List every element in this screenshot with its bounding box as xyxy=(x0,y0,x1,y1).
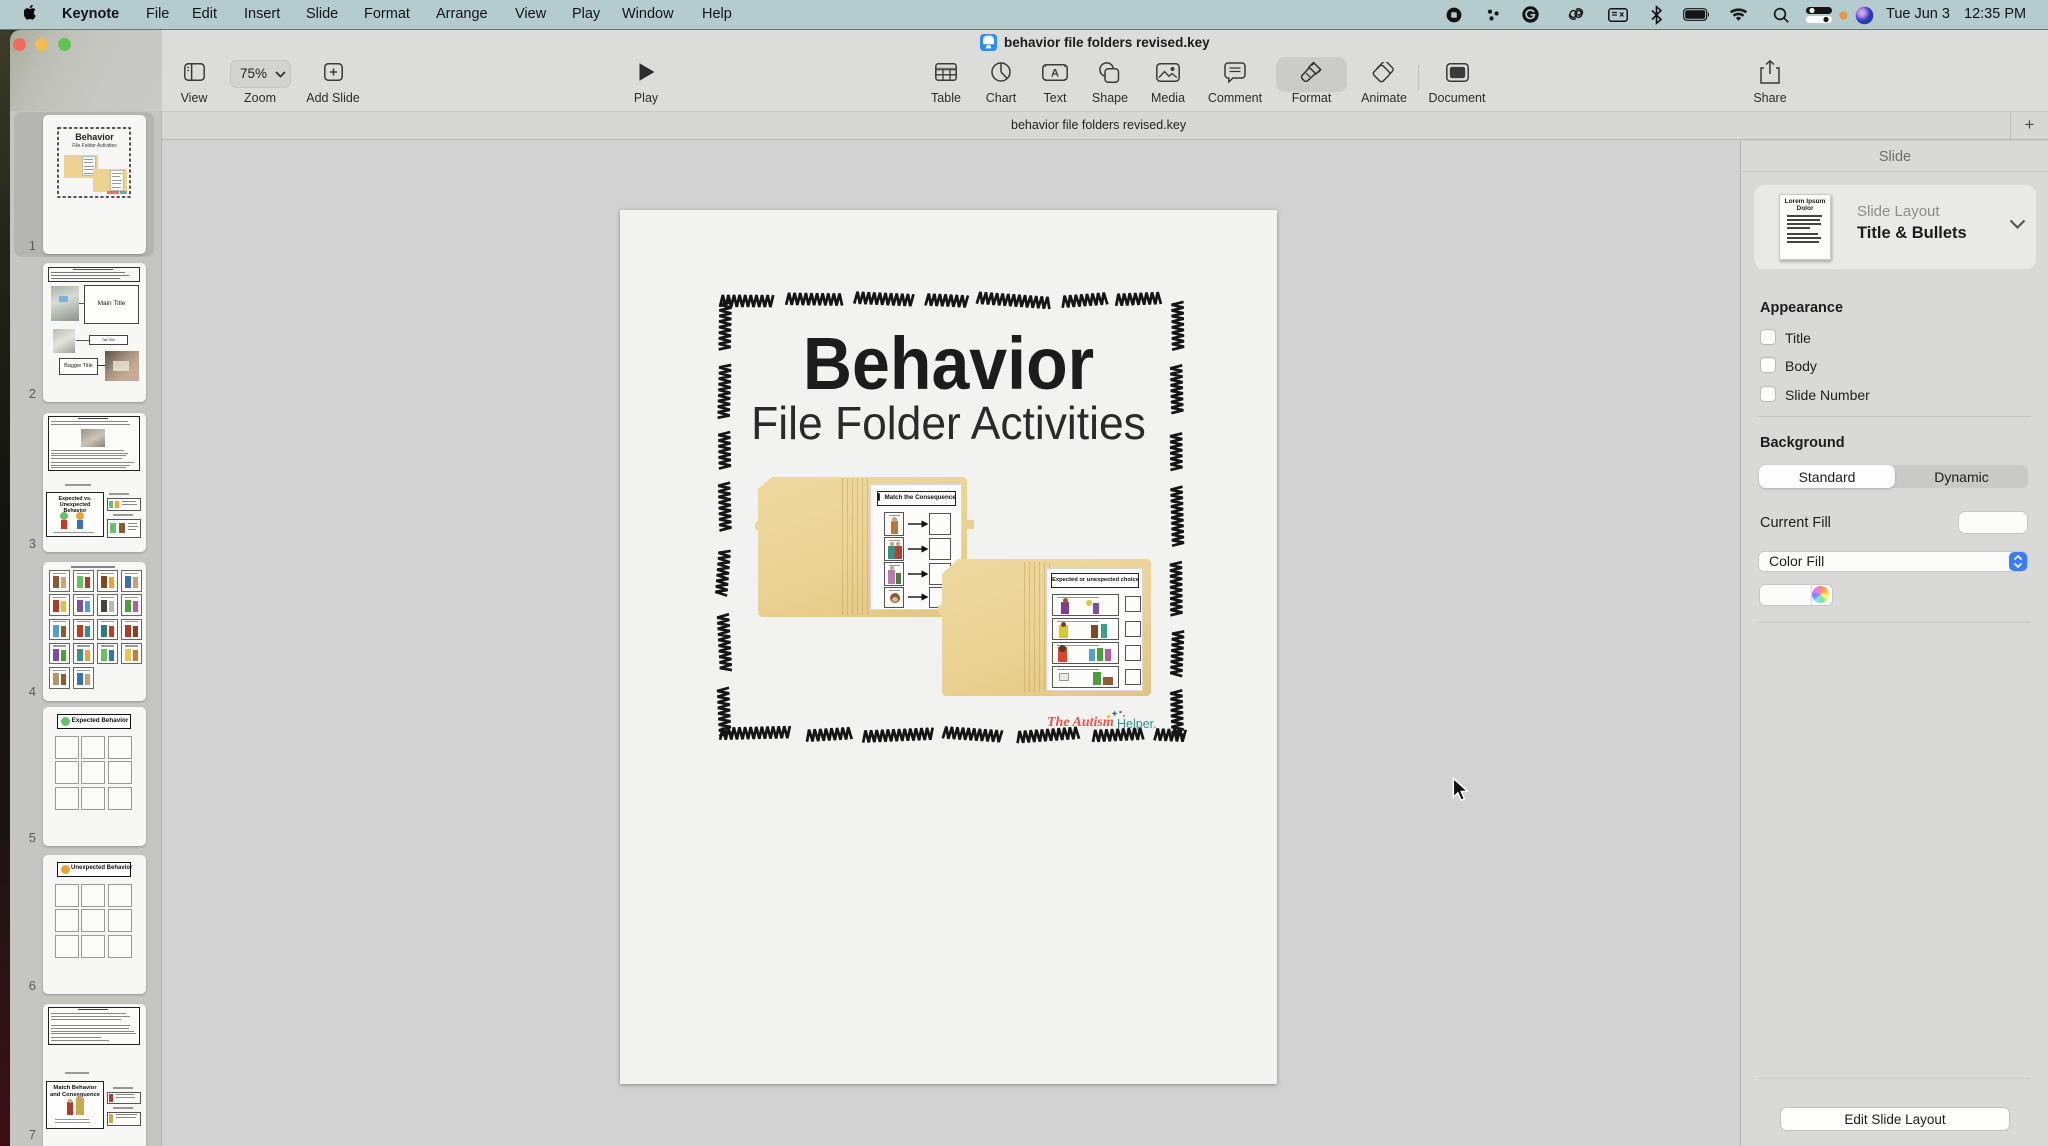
svg-text:A: A xyxy=(1051,68,1059,80)
